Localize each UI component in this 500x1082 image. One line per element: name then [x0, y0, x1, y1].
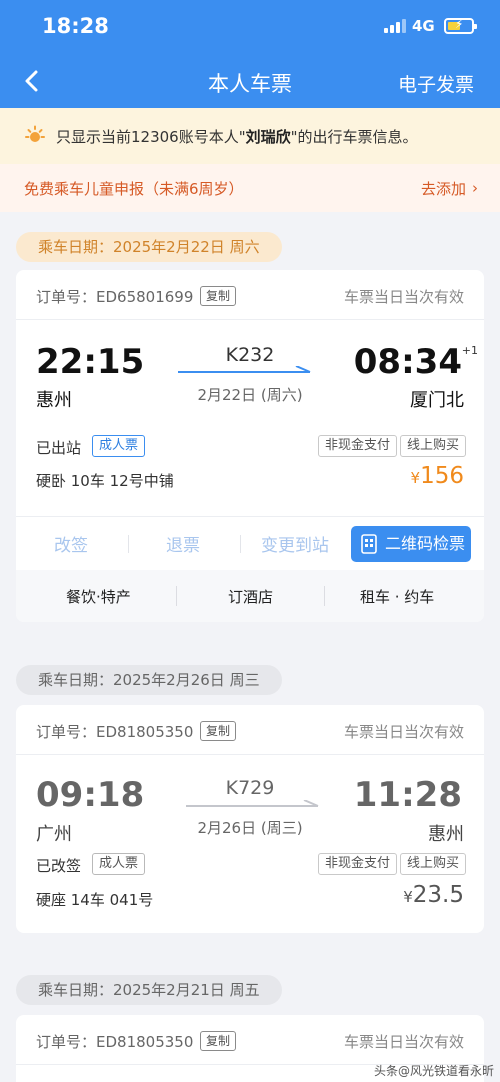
ticket-price: ¥156 — [410, 463, 464, 489]
network-type: 4G — [412, 17, 435, 35]
ticket-card-header: 订单号：ED65801699 复制 车票当日当次有效 — [16, 270, 484, 320]
book-hotel-link[interactable]: 订酒店 — [228, 586, 273, 607]
food-specialty-link[interactable]: 餐饮·特产 — [66, 586, 131, 607]
signal-icon — [384, 19, 406, 33]
battery-icon: ⚡ — [444, 17, 477, 34]
phone-qr-icon — [361, 534, 377, 554]
ticket-status: 已出站 — [36, 439, 82, 457]
travel-date-tag: 乘车日期：2025年2月26日 周三 — [16, 665, 282, 695]
sun-icon — [25, 125, 45, 142]
ticket-card[interactable]: 订单号：ED65801699 复制 车票当日当次有效 22:15 惠州 K232… — [16, 270, 484, 622]
add-child-link[interactable]: 去添加 — [421, 178, 466, 199]
status-time: 18:28 — [42, 14, 109, 38]
child-declaration-bar[interactable]: 免费乘车儿童申报（未满6周岁） 去添加 › — [0, 164, 500, 212]
seat-info: 硬座 14车 041号 — [36, 891, 154, 909]
copy-order-button[interactable]: 复制 — [200, 286, 237, 306]
travel-date-tag: 乘车日期：2025年2月22日 周六 — [16, 232, 282, 262]
change-ticket-button[interactable]: 改签 — [54, 531, 88, 556]
ticket-status: 已改签 — [36, 857, 82, 875]
purchase-channel-tag: 线上购买 — [400, 853, 467, 875]
arrival-time: 11:28 — [353, 775, 462, 815]
status-bar: 18:28 4G ⚡ — [0, 0, 500, 54]
arrival-time: 08:34 — [353, 342, 462, 382]
route-arrow-icon — [178, 366, 311, 373]
payment-method-tag: 非现金支付 — [318, 853, 398, 875]
ticket-price: ¥23.5 — [403, 882, 464, 908]
passenger-type: 成人票 — [92, 853, 146, 875]
validity-text: 车票当日当次有效 — [343, 288, 464, 306]
seat-info: 硬卧 10车 12号中铺 — [36, 472, 174, 490]
child-declaration-text: 免费乘车儿童申报（未满6周岁） — [24, 180, 244, 198]
nav-bar: 本人车票 电子发票 — [0, 54, 500, 108]
route-arrow-icon — [186, 800, 319, 807]
payment-method-tag: 非现金支付 — [318, 435, 398, 457]
order-number: 订单号：ED65801699 — [36, 288, 194, 306]
account-notice: 只显示当前12306账号本人"刘瑞欣"的出行车票信息。 — [0, 108, 500, 164]
copy-order-button[interactable]: 复制 — [200, 1031, 237, 1051]
order-number: 订单号：ED81805350 — [36, 723, 194, 741]
ticket-actions: 改签 退票 变更到站 二维码检票 — [16, 516, 484, 570]
next-day-badge: +1 — [461, 344, 478, 357]
e-invoice-link[interactable]: 电子发票 — [398, 70, 474, 97]
account-name: 刘瑞欣 — [245, 128, 291, 146]
purchase-channel-tag: 线上购买 — [400, 435, 467, 457]
qr-code-check-button[interactable]: 二维码检票 — [351, 526, 471, 562]
validity-text: 车票当日当次有效 — [343, 723, 464, 741]
ticket-card-header: 订单号：ED81805350 复制 车票当日当次有效 — [16, 1015, 484, 1065]
ticket-card-header: 订单号：ED81805350 复制 车票当日当次有效 — [16, 705, 484, 755]
chevron-right-icon: › — [472, 179, 478, 197]
ticket-card[interactable]: 订单号：ED81805350 复制 车票当日当次有效 09:18 广州 K729… — [16, 705, 484, 933]
arrival-station: 厦门北 — [410, 390, 464, 411]
order-number: 订单号：ED81805350 — [36, 1033, 194, 1051]
change-destination-button[interactable]: 变更到站 — [261, 531, 329, 556]
arrival-station: 惠州 — [428, 824, 464, 845]
travel-date-tag: 乘车日期：2025年2月21日 周五 — [16, 975, 282, 1005]
watermark: 头条@风光铁道看永昕 — [373, 1064, 494, 1078]
notice-text: 只显示当前12306账号本人"刘瑞欣"的出行车票信息。 — [56, 128, 418, 146]
passenger-type: 成人票 — [92, 435, 146, 457]
validity-text: 车票当日当次有效 — [343, 1033, 464, 1051]
car-rental-link[interactable]: 租车 · 约车 — [360, 586, 434, 607]
service-row: 餐饮·特产 订酒店 租车 · 约车 — [16, 570, 484, 622]
train-date: 2月26日 (周三) — [197, 819, 303, 837]
copy-order-button[interactable]: 复制 — [200, 721, 237, 741]
refund-button[interactable]: 退票 — [166, 531, 200, 556]
